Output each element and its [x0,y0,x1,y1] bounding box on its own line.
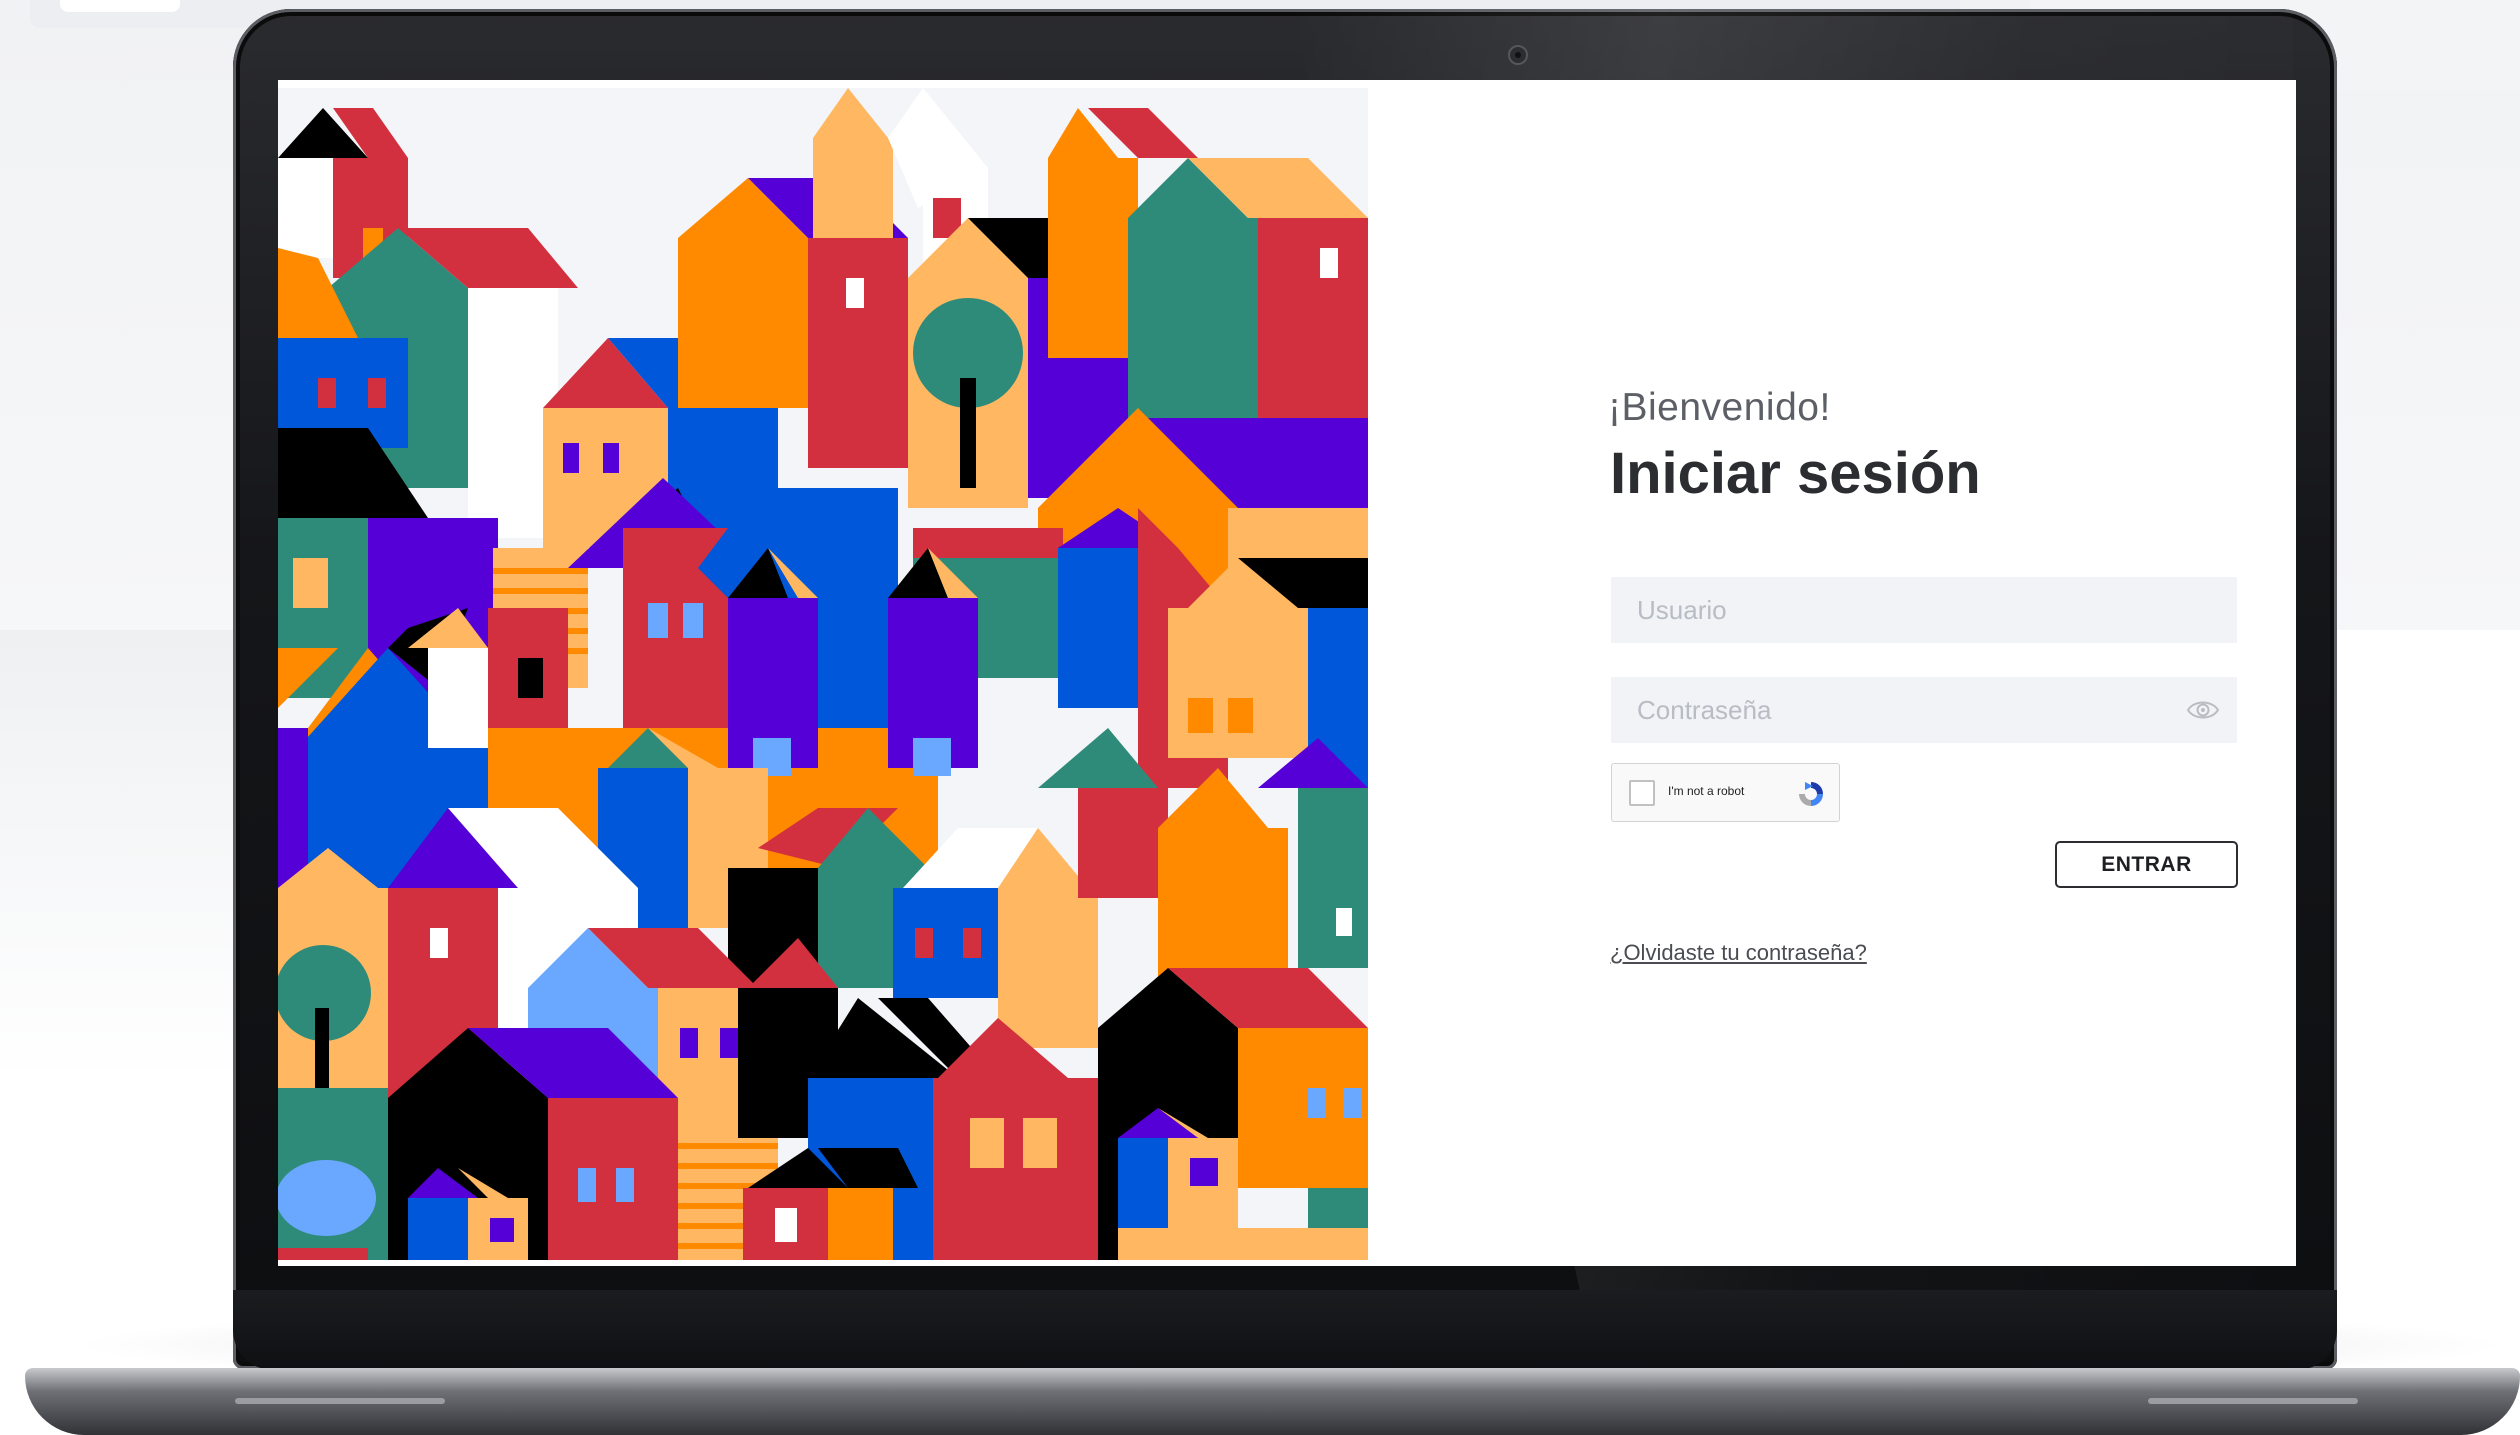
recaptcha-icon [1799,782,1823,806]
laptop-screen: ¡Bienvenido! Iniciar sesión I'm not a ro… [278,80,2296,1266]
houses-illustration [278,88,1368,1260]
recaptcha-checkbox[interactable] [1629,780,1655,806]
recaptcha-label: I'm not a robot [1668,784,1745,798]
laptop-chin [233,1290,2337,1370]
houses-illustration-svg [278,88,1368,1260]
recaptcha-widget: I'm not a robot [1611,763,1840,822]
laptop-foot-left [235,1398,445,1404]
laptop-foot-right [2148,1398,2358,1404]
webcam-icon [1508,45,1528,65]
eye-icon[interactable] [2186,697,2220,723]
submit-button[interactable]: ENTRAR [2055,841,2238,888]
background-panel-lower [0,630,240,1080]
login-title: Iniciar sesión [1610,441,1981,506]
login-panel: ¡Bienvenido! Iniciar sesión I'm not a ro… [1368,80,2296,1266]
password-input[interactable] [1611,677,2237,743]
username-input[interactable] [1611,577,2237,643]
forgot-password-link[interactable]: ¿Olvidaste tu contraseña? [1610,940,1867,966]
background-tab [60,0,180,12]
welcome-text: ¡Bienvenido! [1608,386,1831,429]
